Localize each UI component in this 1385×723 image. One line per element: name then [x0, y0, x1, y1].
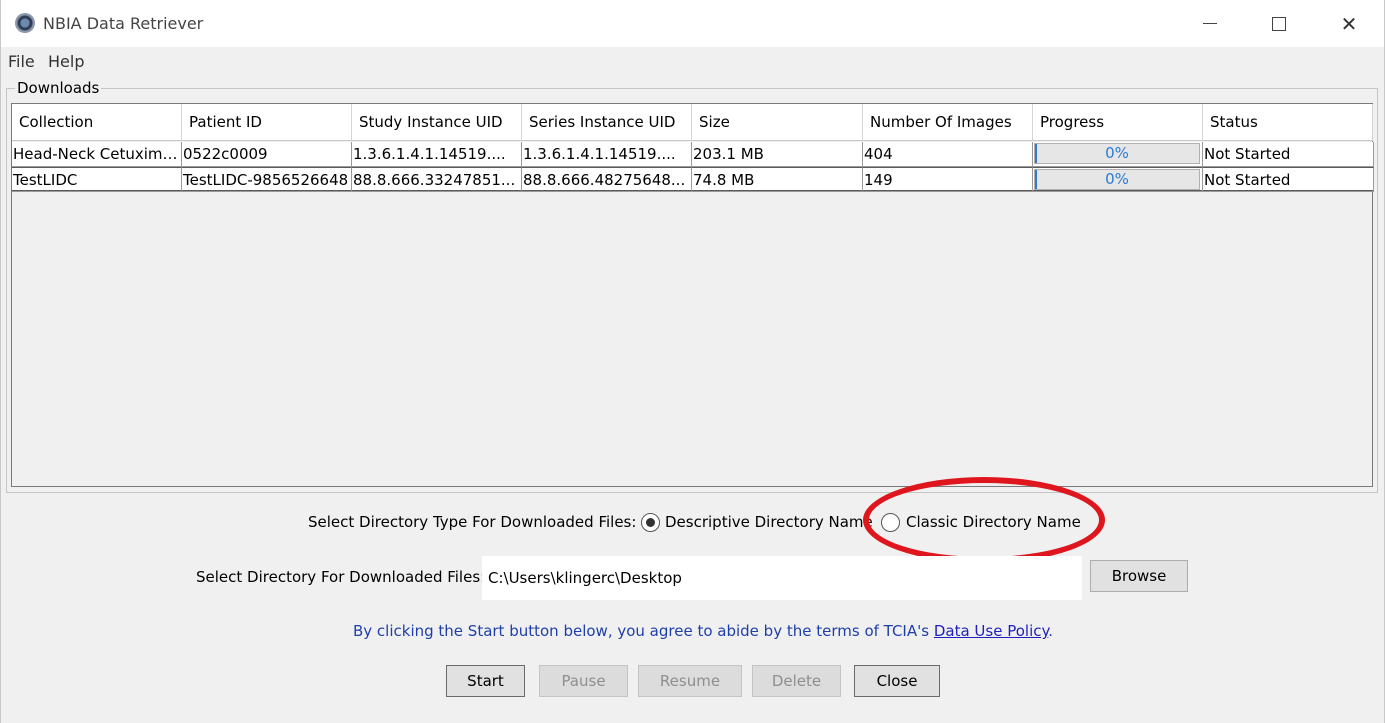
app-logo-icon [15, 13, 35, 33]
data-use-policy-link[interactable]: Data Use Policy [934, 622, 1048, 640]
cell-collection: TestLIDC [12, 167, 182, 192]
menu-file[interactable]: File [8, 52, 35, 71]
downloads-table[interactable]: Collection Patient ID Study Instance UID… [11, 103, 1374, 487]
cell-study-uid: 88.8.666.33247851... [352, 167, 522, 192]
menu-help[interactable]: Help [48, 52, 84, 71]
maximize-icon [1272, 16, 1286, 31]
cell-num-images: 404 [863, 142, 1033, 167]
directory-label: Select Directory For Downloaded Files: [196, 568, 486, 586]
downloads-group-label: Downloads [15, 79, 102, 97]
cell-num-images: 149 [863, 167, 1033, 192]
downloads-panel: Downloads Collection Patient ID Study In… [6, 79, 1378, 493]
agreement-period: . [1048, 622, 1054, 640]
column-header-series-uid[interactable]: Series Instance UID [522, 104, 692, 141]
table-row[interactable]: TestLIDC TestLIDC-9856526648 88.8.666.33… [12, 167, 1374, 192]
directory-type-label: Select Directory Type For Downloaded Fil… [308, 513, 637, 531]
agreement-text: By clicking the Start button below, you … [353, 622, 1053, 640]
directory-row: Select Directory For Downloaded Files: B… [1, 556, 1384, 600]
cell-progress: 0% [1033, 167, 1203, 192]
cell-status: Not Started [1203, 142, 1374, 167]
resume-button[interactable]: Resume [638, 665, 742, 697]
cell-progress: 0% [1033, 142, 1203, 167]
cell-size: 74.8 MB [692, 167, 863, 192]
cell-study-uid: 1.3.6.1.4.1.14519.... [352, 142, 522, 167]
delete-button[interactable]: Delete [752, 665, 841, 697]
column-header-patient-id[interactable]: Patient ID [182, 104, 352, 141]
progress-bar: 0% [1034, 143, 1200, 164]
start-button[interactable]: Start [446, 665, 525, 697]
cell-series-uid: 1.3.6.1.4.1.14519.... [522, 142, 692, 167]
table-header: Collection Patient ID Study Instance UID… [12, 104, 1373, 141]
progress-text: 0% [1105, 144, 1129, 162]
cell-collection: Head-Neck Cetuximab [12, 142, 182, 167]
cell-series-uid: 88.8.666.48275648... [522, 167, 692, 192]
minimize-icon [1203, 23, 1217, 24]
directory-path-input[interactable] [482, 556, 1082, 600]
progress-bar: 0% [1034, 169, 1200, 190]
minimize-button[interactable] [1187, 0, 1233, 47]
window-title: NBIA Data Retriever [43, 14, 204, 33]
cell-status: Not Started [1203, 167, 1374, 192]
radio-descriptive-label[interactable]: Descriptive Directory Name [665, 513, 873, 531]
progress-text: 0% [1105, 170, 1129, 188]
close-button[interactable]: Close [854, 665, 940, 697]
column-header-collection[interactable]: Collection [12, 104, 182, 141]
cell-patient-id: 0522c0009 [182, 142, 352, 167]
agreement-sentence: By clicking the Start button below, you … [353, 622, 930, 640]
pause-button[interactable]: Pause [539, 665, 628, 697]
browse-button[interactable]: Browse [1090, 560, 1188, 592]
column-header-size[interactable]: Size [692, 104, 863, 141]
column-header-num-images[interactable]: Number Of Images [863, 104, 1033, 141]
maximize-button[interactable] [1256, 0, 1302, 47]
close-window-button[interactable]: ✕ [1326, 0, 1372, 47]
cell-patient-id: TestLIDC-9856526648 [182, 167, 352, 192]
radio-descriptive-directory[interactable] [641, 513, 660, 532]
annotation-highlight-circle [863, 477, 1105, 563]
table-row[interactable]: Head-Neck Cetuximab 0522c0009 1.3.6.1.4.… [12, 142, 1374, 167]
cell-size: 203.1 MB [692, 142, 863, 167]
close-icon: ✕ [1340, 11, 1358, 36]
column-header-study-uid[interactable]: Study Instance UID [352, 104, 522, 141]
app-window: NBIA Data Retriever ✕ File Help Download… [0, 0, 1385, 723]
menu-bar: File Help [1, 47, 1384, 74]
title-bar: NBIA Data Retriever ✕ [1, 0, 1384, 47]
directory-type-row: Select Directory Type For Downloaded Fil… [1, 511, 1384, 535]
column-header-status[interactable]: Status [1203, 104, 1373, 141]
column-header-progress[interactable]: Progress [1033, 104, 1203, 141]
